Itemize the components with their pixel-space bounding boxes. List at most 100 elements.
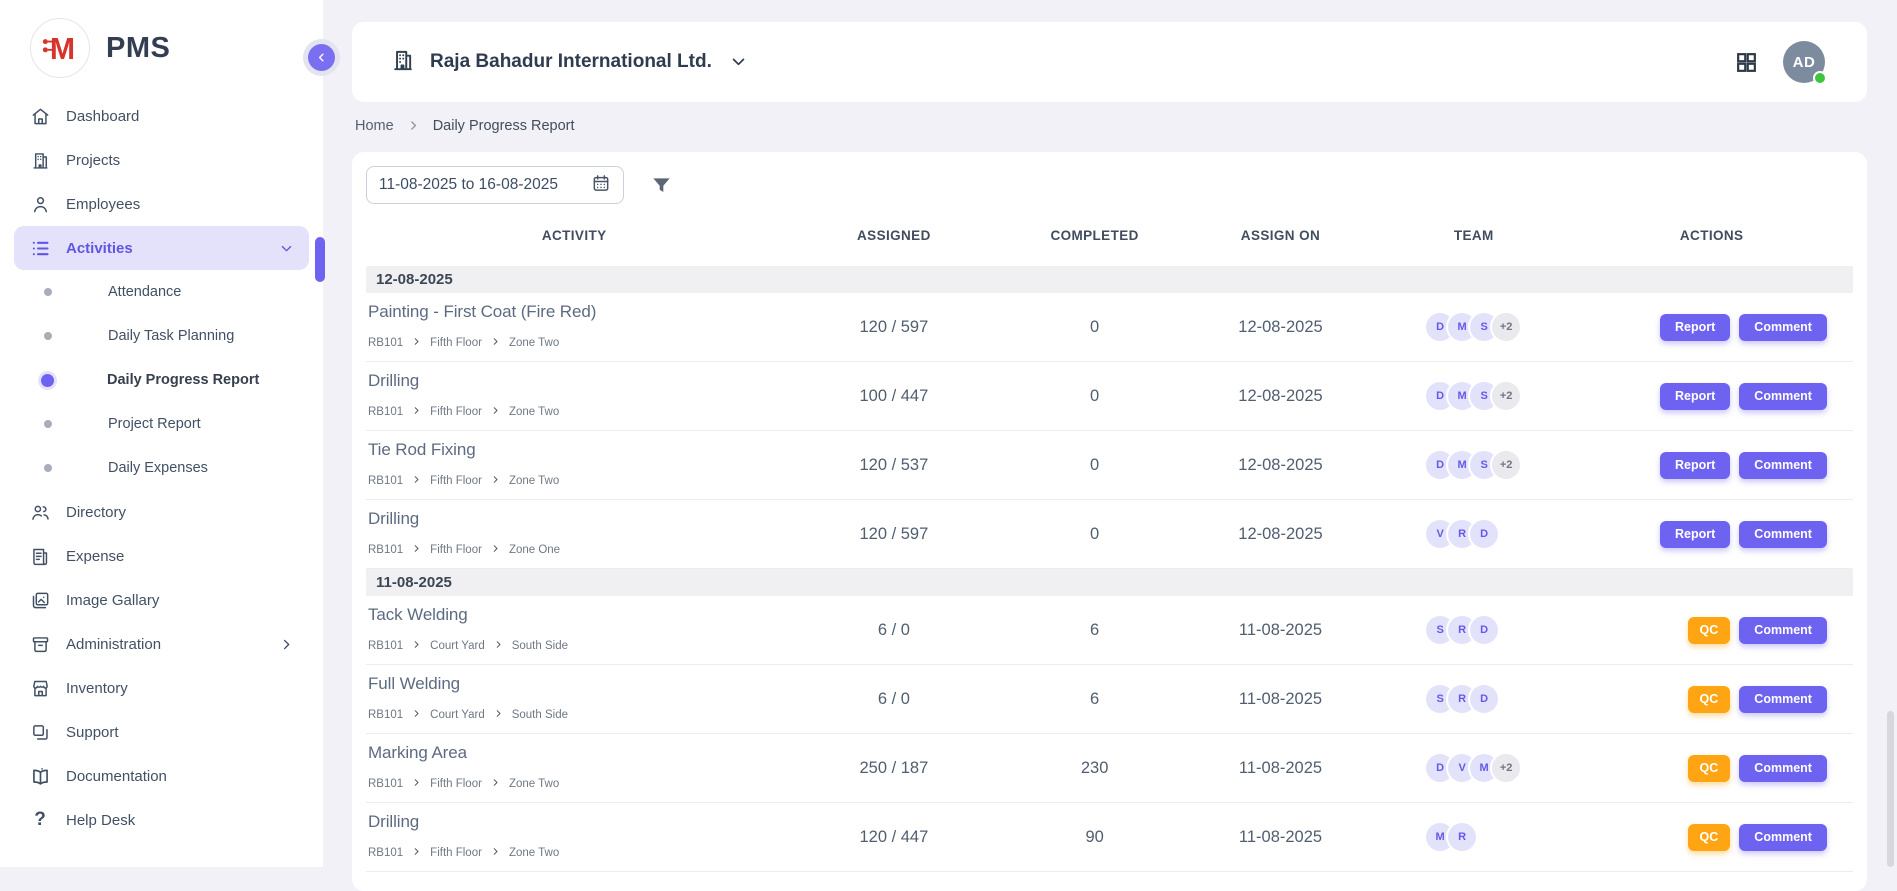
team-more-badge[interactable]: +2 [1490,311,1522,343]
team-member-avatar[interactable]: D [1468,518,1500,550]
apps-grid-icon[interactable] [1734,50,1759,75]
path-chevron-icon [491,846,500,859]
sidebar-item-expense[interactable]: Expense [14,534,309,578]
header-actions: AD [1734,41,1825,83]
comment-button[interactable]: Comment [1739,824,1827,851]
content-card: 11-08-2025 to 16-08-2025 ACTIVITY ASSIGN… [352,152,1867,891]
team-more-badge[interactable]: +2 [1490,752,1522,784]
receipt-icon [29,545,51,567]
actions-cell: Report Comment [1570,383,1853,410]
store-icon [29,677,51,699]
report-button[interactable]: Report [1660,383,1730,410]
path-chevron-icon [412,777,421,790]
report-button[interactable]: Report [1660,521,1730,548]
comment-button[interactable]: Comment [1739,314,1827,341]
team-more-badge[interactable]: +2 [1490,449,1522,481]
comment-button[interactable]: Comment [1739,617,1827,644]
team-more-badge[interactable]: +2 [1490,380,1522,412]
brand-name: PMS [106,32,170,65]
sidebar-item-image-gallary[interactable]: Image Gallary [14,578,309,622]
sidebar-item-activities[interactable]: Activities [14,226,309,270]
scrollbar-thumb[interactable] [1887,711,1894,867]
report-button[interactable]: Report [1660,314,1730,341]
sidebar-item-label: Image Gallary [66,592,159,609]
path-segment: RB101 [368,778,403,790]
comment-button[interactable]: Comment [1739,686,1827,713]
sidebar-item-label: Employees [66,196,140,213]
team-cell: DVM+2 [1377,752,1570,784]
comment-button[interactable]: Comment [1739,521,1827,548]
qc-button[interactable]: QC [1688,686,1731,713]
completed-cell: 0 [1005,318,1183,337]
path-chevron-icon [412,708,421,721]
activity-title: Marking Area [368,743,782,763]
comment-button[interactable]: Comment [1739,383,1827,410]
chevron-left-icon [315,51,328,64]
sidebar-subitem-daily-task-planning[interactable]: Daily Task Planning [0,314,323,358]
path-chevron-icon [412,846,421,859]
date-range-input[interactable]: 11-08-2025 to 16-08-2025 [366,166,624,204]
sidebar-item-label: Support [66,724,119,741]
sidebar-item-help-desk[interactable]: ?Help Desk [14,798,309,842]
sidebar-subitem-attendance[interactable]: Attendance [0,270,323,314]
actions-cell: Report Comment [1570,452,1853,479]
sidebar-item-label: Directory [66,504,126,521]
sidebar-item-documentation[interactable]: Documentation [14,754,309,798]
completed-cell: 230 [1005,759,1183,778]
sidebar-item-administration[interactable]: Administration [14,622,309,666]
path-segment: Zone One [509,544,560,556]
sidebar-item-label: Inventory [66,680,128,697]
activity-location-path: RB101Fifth FloorZone Two [368,336,782,349]
sidebar-subitem-daily-progress-report[interactable]: Daily Progress Report [0,358,323,402]
activity-location-path: RB101Fifth FloorZone Two [368,777,782,790]
team-member-avatar[interactable]: D [1468,683,1500,715]
activity-location-path: RB101Fifth FloorZone Two [368,405,782,418]
breadcrumb-home-link[interactable]: Home [355,118,394,134]
report-button[interactable]: Report [1660,452,1730,479]
team-member-avatar[interactable]: D [1468,614,1500,646]
sidebar-item-employees[interactable]: Employees [14,182,309,226]
qc-button[interactable]: QC [1688,824,1731,851]
sidebar-item-directory[interactable]: Directory [14,490,309,534]
path-chevron-icon [491,336,500,349]
activity-title: Drilling [368,509,782,529]
path-chevron-icon [491,474,500,487]
sidebar-item-dashboard[interactable]: Dashboard [14,94,309,138]
col-assigned: ASSIGNED [782,228,1005,243]
breadcrumb-chevron-icon [407,116,420,136]
qc-button[interactable]: QC [1688,617,1731,644]
activity-title: Tie Rod Fixing [368,440,782,460]
company-selector[interactable]: Raja Bahadur International Ltd. [390,47,747,78]
col-team: TEAM [1377,228,1570,243]
user-avatar[interactable]: AD [1783,41,1825,83]
comment-button[interactable]: Comment [1739,755,1827,782]
path-segment: Zone Two [509,337,559,349]
sidebar-item-projects[interactable]: Projects [14,138,309,182]
filter-row: 11-08-2025 to 16-08-2025 [366,166,1853,204]
activity-cell: DrillingRB101Fifth FloorZone Two [366,803,782,871]
team-member-avatar[interactable]: R [1446,821,1478,853]
completed-cell: 0 [1005,525,1183,544]
sidebar-item-label: Administration [66,636,161,653]
main-area: Raja Bahadur International Ltd. AD Home … [352,0,1867,867]
team-cell: SRD [1377,614,1570,646]
completed-cell: 0 [1005,456,1183,475]
sidebar-subitem-project-report[interactable]: Project Report [0,402,323,446]
sidebar-item-label: Dashboard [66,108,139,125]
team-cell: DMS+2 [1377,449,1570,481]
filter-funnel-icon[interactable] [650,174,673,197]
team-cell: SRD [1377,683,1570,715]
sidebar-item-inventory[interactable]: Inventory [14,666,309,710]
path-segment: RB101 [368,406,403,418]
sidebar-collapse-button[interactable] [308,44,335,71]
bullet-dot-icon [44,420,52,428]
sidebar-subitem-daily-expenses[interactable]: Daily Expenses [0,446,323,490]
chevron-down-icon [726,49,747,75]
comment-button[interactable]: Comment [1739,452,1827,479]
building-icon [390,47,416,78]
brand-logo: M PMS [0,0,323,78]
col-completed: COMPLETED [1005,228,1183,243]
qc-button[interactable]: QC [1688,755,1731,782]
sidebar-item-label: Expense [66,548,124,565]
sidebar-item-support[interactable]: Support [14,710,309,754]
